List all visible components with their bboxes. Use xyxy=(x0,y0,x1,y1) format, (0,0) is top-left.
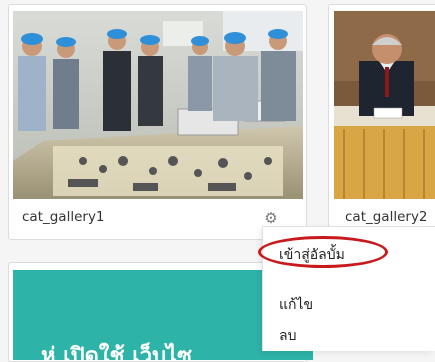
factory-photo xyxy=(13,11,303,199)
menu-item-delete[interactable]: ลบ xyxy=(279,325,296,347)
highlight-ring xyxy=(258,236,388,268)
gallery-card-2[interactable]: cat_gallery2 xyxy=(328,4,435,240)
gear-icon[interactable]: ⚙ xyxy=(262,209,280,227)
menu-item-edit[interactable]: แก้ไข xyxy=(279,294,313,316)
gallery-card-1[interactable]: cat_gallery1 ⚙ xyxy=(8,4,307,240)
gallery-caption-1: cat_gallery1 xyxy=(22,209,105,225)
meeting-photo xyxy=(334,11,435,199)
gallery-thumbnail-2[interactable] xyxy=(334,11,435,199)
gallery-caption-2: cat_gallery2 xyxy=(345,209,428,225)
gallery-thumbnail-1[interactable] xyxy=(13,11,303,199)
banner-text: ห่ เปิดใช้ เว็บไซ xyxy=(41,344,193,360)
